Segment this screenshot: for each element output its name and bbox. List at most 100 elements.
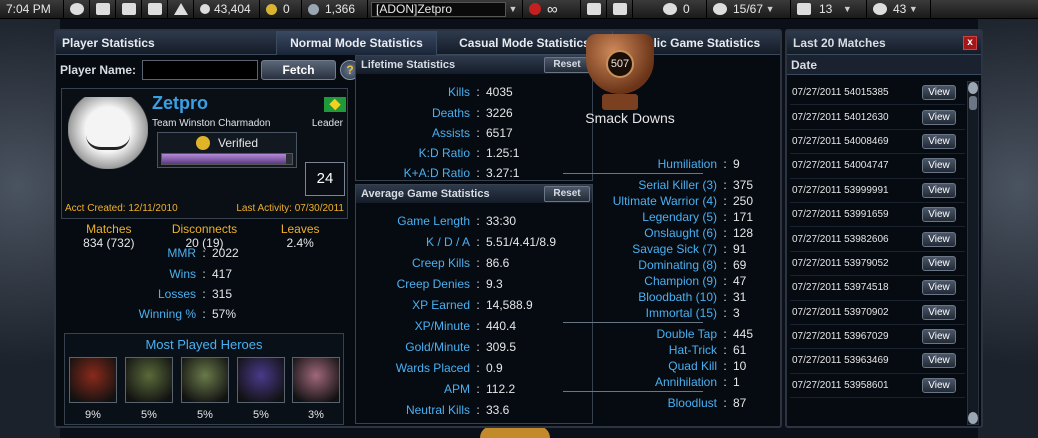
scroll-down-icon[interactable] <box>968 412 978 424</box>
lifetime-row: Kills:4035 <box>356 85 513 99</box>
hero-portrait-2[interactable] <box>125 357 173 403</box>
view-match-button[interactable]: View <box>922 377 956 393</box>
last-matches-panel: Last 20 Matches x Date 07/27/2011 540153… <box>785 29 983 428</box>
pen-icon <box>147 3 162 15</box>
clan-text: 13 <box>819 2 833 16</box>
stat-value: 9.3 <box>486 277 503 291</box>
view-match-button[interactable]: View <box>922 304 956 320</box>
friends-display[interactable]: 15/67 ▼ <box>707 0 791 19</box>
view-match-button[interactable]: View <box>922 280 956 296</box>
view-match-button[interactable]: View <box>922 329 956 345</box>
view-match-button[interactable]: View <box>922 255 956 271</box>
chevron-down-icon[interactable]: ▼ <box>763 4 777 14</box>
scroll-thumb[interactable] <box>969 96 977 110</box>
acct-created-value: 12/11/2010 <box>128 203 178 214</box>
nickname-box[interactable]: [ADON]Zetpro ▼ <box>368 0 523 19</box>
hero-portrait-4[interactable] <box>237 357 285 403</box>
smack-row-humiliation: Humiliation:9 <box>560 157 740 171</box>
average-row: XP Earned:14,588.9 <box>356 298 533 312</box>
view-match-button[interactable]: View <box>922 133 956 149</box>
matches-title: Last 20 Matches <box>793 35 886 50</box>
calculator-button[interactable] <box>581 0 607 19</box>
hero-percent: 5% <box>197 409 213 421</box>
close-button[interactable]: x <box>963 35 977 50</box>
verified-box: Verified <box>157 132 297 168</box>
side-art-left <box>0 19 60 438</box>
alert-button[interactable] <box>168 0 194 19</box>
lifetime-statistics: Lifetime Statistics Reset Kills:4035 Deat… <box>355 55 593 181</box>
stat-label: Kills <box>447 85 470 99</box>
stat-label: K / D / A <box>425 235 470 249</box>
match-row: 07/27/2011 54004747 View <box>790 154 965 179</box>
smack-label: Immortal (15) <box>645 306 717 320</box>
rating-label: Winning % <box>138 307 196 321</box>
chevron-down-icon[interactable]: ▼ <box>506 4 520 14</box>
player-name-input[interactable] <box>142 60 259 80</box>
date-column-header[interactable]: Date <box>787 55 981 75</box>
smack-label: Dominating (8) <box>638 258 717 272</box>
notices-text: 43 <box>893 2 907 16</box>
hero-percent: 5% <box>253 409 269 421</box>
view-match-button[interactable]: View <box>922 158 956 174</box>
stat-label: XP/Minute <box>414 319 470 333</box>
smack-row-streak: Champion (9):47 <box>560 274 746 288</box>
view-match-button[interactable]: View <box>922 109 956 125</box>
view-match-button[interactable]: View <box>922 85 956 101</box>
divider <box>563 173 703 174</box>
smack-value: 69 <box>733 258 747 272</box>
smack-row-streak: Onslaught (6):128 <box>560 226 753 240</box>
smack-value: 128 <box>733 226 754 240</box>
smack-label: Serial Killer (3) <box>638 178 717 192</box>
smack-label: Hat-Trick <box>668 343 717 357</box>
view-match-button[interactable]: View <box>922 353 956 369</box>
match-row: 07/27/2011 53999991 View <box>790 179 965 203</box>
game-mode[interactable]: ∞ <box>523 0 581 19</box>
tools-button[interactable] <box>142 0 168 19</box>
view-match-button[interactable]: View <box>922 207 956 223</box>
smack-value: 10 <box>733 359 747 373</box>
view-match-button[interactable]: View <box>922 231 956 247</box>
hero-portrait-3[interactable] <box>181 357 229 403</box>
side-art-right <box>978 19 1038 438</box>
view-match-button[interactable]: View <box>922 182 956 198</box>
players-button[interactable] <box>90 0 116 19</box>
fetch-button[interactable]: Fetch <box>261 60 337 80</box>
messages-display[interactable]: 0 <box>657 0 707 19</box>
settings-button[interactable] <box>64 0 90 19</box>
matches-scrollbar[interactable] <box>967 81 979 425</box>
team-name: Team Winston Charmadon <box>152 118 271 129</box>
chevron-down-icon[interactable]: ▼ <box>840 4 854 14</box>
smack-value: 171 <box>733 210 754 224</box>
rating-value: 417 <box>212 267 233 281</box>
hero-portrait-5[interactable] <box>292 357 340 403</box>
match-row: 07/27/2011 54012630 View <box>790 105 965 130</box>
clock-text: 7:04 PM <box>6 2 51 16</box>
account-created: Acct Created: 12/11/2010 <box>65 203 178 214</box>
match-date-id: 07/27/2011 53974518 <box>792 282 889 294</box>
smack-row-streak: Dominating (8):69 <box>560 258 746 272</box>
summary-label: Disconnects <box>171 222 238 236</box>
notes-button[interactable] <box>116 0 142 19</box>
stat-label: Gold/Minute <box>405 340 470 354</box>
clan-display[interactable]: 13 ▼ <box>791 0 867 19</box>
summary-value: 2.4% <box>286 236 314 250</box>
chevron-down-icon[interactable]: ▼ <box>906 4 920 14</box>
notices-display[interactable]: 43 ▼ <box>867 0 931 19</box>
match-date-id: 07/27/2011 53991659 <box>792 209 889 221</box>
warning-icon <box>173 3 188 15</box>
smack-label: Onslaught (6) <box>644 226 717 240</box>
scroll-up-icon[interactable] <box>968 82 978 94</box>
smack-row-streak: Ultimate Warrior (4):250 <box>560 194 753 208</box>
avatar <box>68 97 148 169</box>
match-row: 07/27/2011 54008469 View <box>790 130 965 155</box>
smack-value: 250 <box>733 194 754 208</box>
notice-icon <box>873 3 887 15</box>
hero-portrait-1[interactable] <box>69 357 117 403</box>
average-row: Gold/Minute:309.5 <box>356 340 516 354</box>
bookmark-button[interactable] <box>607 0 633 19</box>
verified-icon <box>196 136 210 150</box>
match-row: 07/27/2011 53991659 View <box>790 203 965 228</box>
coins-text: 0 <box>283 2 290 16</box>
average-row: Wards Placed:0.9 <box>356 361 503 375</box>
tab-normal-mode[interactable]: Normal Mode Statistics <box>276 30 436 55</box>
